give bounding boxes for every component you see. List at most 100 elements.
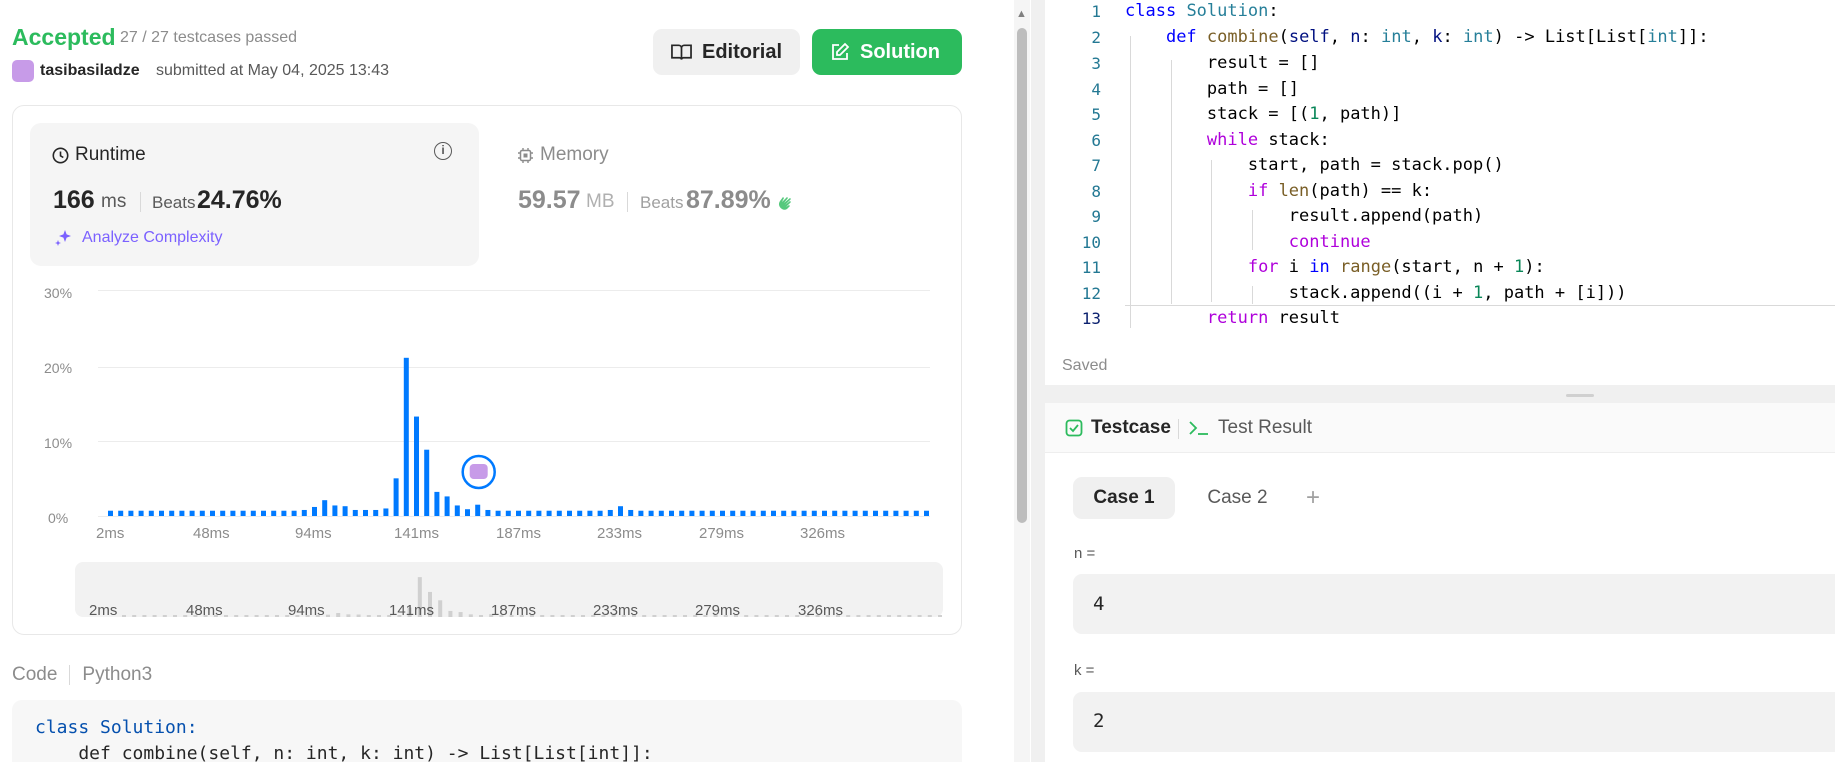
panel-resize-handle[interactable]: [1031, 0, 1045, 762]
line-number: 12: [1081, 284, 1101, 303]
brush-bar: [366, 615, 371, 617]
param-k-value: 2: [1093, 710, 1105, 732]
tab-testcase-label: Testcase: [1091, 417, 1171, 438]
brush-bar: [570, 615, 575, 617]
editor-line: continue: [1288, 232, 1371, 252]
brush-bar: [346, 614, 351, 617]
param-k-label: k =: [1074, 662, 1095, 679]
scroll-up-arrow-icon[interactable]: ▲: [1016, 8, 1027, 20]
brush-bar: [244, 615, 249, 617]
brush-tick: 141ms: [389, 602, 435, 619]
brush-bar: [162, 615, 167, 617]
brush-bars: [122, 577, 942, 617]
checkbox-icon: [1065, 419, 1083, 437]
brush-tick: 48ms: [186, 602, 223, 619]
editor-line: stack = [(1, path)]: [1125, 104, 1402, 124]
param-n-label: n =: [1074, 545, 1096, 562]
line-number: 10: [1081, 233, 1101, 252]
brush-bar: [152, 615, 157, 617]
line-number: 3: [1091, 54, 1101, 73]
editor-line: class Solution:: [1125, 1, 1279, 21]
brush-bar: [122, 615, 126, 617]
brush-bar: [744, 615, 749, 617]
line-number: 5: [1091, 105, 1101, 124]
brush-bar: [876, 615, 881, 617]
line-number: 8: [1091, 182, 1101, 201]
brush-bar: [754, 615, 759, 617]
line-number: 4: [1091, 80, 1101, 99]
brush-bar: [336, 613, 341, 617]
terminal-icon: [1189, 421, 1208, 435]
add-case-button[interactable]: +: [1298, 477, 1328, 519]
saved-indicator: Saved: [1062, 357, 1108, 374]
line-number: 11: [1081, 258, 1101, 277]
line-number: 9: [1091, 207, 1101, 226]
brush-bar: [856, 615, 861, 617]
brush-bar: [764, 615, 769, 617]
case-1-tab[interactable]: Case 1: [1073, 477, 1175, 519]
brush-bar: [785, 615, 789, 617]
editor-line: for i in range(start, n + 1):: [1247, 257, 1545, 277]
editor-line: result = []: [1125, 53, 1320, 73]
brush-bar: [448, 610, 453, 617]
scrollbar-thumb[interactable]: [1017, 28, 1027, 523]
brush-bar: [917, 615, 922, 617]
brush-bar: [550, 615, 555, 617]
brush-tick: 279ms: [695, 602, 741, 619]
code-line: class Solution:: [35, 717, 198, 738]
tab-test-result-label: Test Result: [1218, 417, 1312, 438]
brush-bar: [326, 614, 330, 617]
brush-bar: [356, 614, 361, 617]
brush-bar: [234, 615, 239, 617]
line-number: 7: [1091, 156, 1101, 175]
brush-bar: [907, 615, 912, 617]
brush-tick: 2ms: [89, 602, 118, 619]
line-number: 13: [1081, 309, 1101, 328]
brush-bar: [479, 615, 483, 617]
brush-bar: [254, 615, 259, 617]
brush-tick: 187ms: [491, 602, 537, 619]
editor-line: result.append(path): [1125, 206, 1484, 226]
language-label: Python3: [82, 664, 153, 685]
editor-line: while stack:: [1206, 130, 1330, 150]
line-number: 6: [1091, 131, 1101, 150]
editor-line: def combine(self, n: int, k: int) -> Lis…: [1165, 27, 1709, 47]
horizontal-resize-handle[interactable]: [1045, 385, 1835, 403]
param-n-input[interactable]: [1073, 574, 1835, 634]
param-k-input[interactable]: [1073, 692, 1835, 752]
editor-line: path = []: [1125, 79, 1299, 99]
tab-testcase[interactable]: Testcase: [1065, 417, 1171, 439]
line-number: 2: [1091, 28, 1101, 47]
code-header: Code Python3: [12, 664, 152, 686]
brush-bar: [468, 614, 473, 617]
brush-bar: [927, 615, 932, 617]
brush-bar: [672, 615, 677, 617]
tab-test-result[interactable]: Test Result: [1188, 417, 1312, 439]
brush-tick: 326ms: [798, 602, 844, 619]
brush-bar: [846, 615, 851, 617]
brush-bar: [774, 615, 779, 617]
brush-bar: [173, 615, 177, 617]
brush-bar: [897, 615, 902, 617]
brush-bar: [264, 615, 269, 617]
brush-bar: [866, 615, 871, 617]
editor-line: start, path = stack.pop(): [1125, 155, 1504, 175]
brush-bar: [642, 615, 647, 617]
param-n-value: 4: [1093, 593, 1105, 615]
line-number: 1: [1091, 2, 1101, 21]
brush-bar: [938, 615, 942, 617]
brush-bar: [560, 615, 565, 617]
current-line-highlight: [1125, 305, 1835, 306]
brush-bar: [438, 600, 443, 617]
drag-handle-icon[interactable]: [1566, 394, 1594, 397]
brush-bar: [652, 615, 657, 617]
editor-line: stack.append((i + 1, path + [i])): [1125, 283, 1627, 303]
brush-bar: [275, 615, 279, 617]
editor-line: return result: [1206, 308, 1340, 328]
brush-tick: 94ms: [288, 602, 325, 619]
brush-bar: [887, 615, 891, 617]
submission-panel: Accepted 27 / 27 testcases passed tasiba…: [0, 0, 1030, 762]
brush-bar: [662, 615, 667, 617]
case-2-tab[interactable]: Case 2: [1190, 477, 1285, 519]
brush-bar: [683, 615, 687, 617]
